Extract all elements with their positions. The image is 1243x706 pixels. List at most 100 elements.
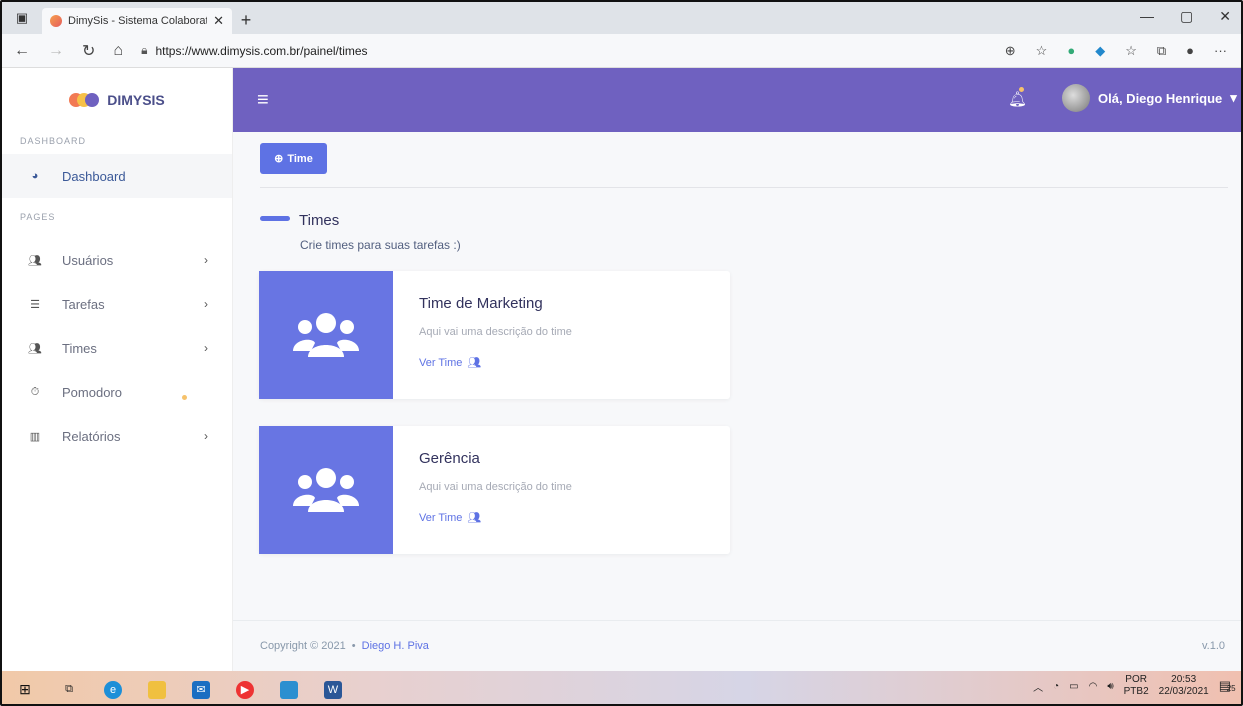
section-subtitle: Crie times para suas tarefas :) (300, 238, 461, 252)
notification-dot (1019, 87, 1024, 92)
zoom-icon[interactable]: ⊕ (1005, 43, 1016, 59)
new-tab-button[interactable]: + (232, 10, 260, 31)
tab-actions-icon[interactable]: ▣ (2, 10, 42, 26)
volume-icon[interactable]: 🔊︎ (1107, 681, 1113, 692)
tray-chevron-icon[interactable]: ︿ (1033, 679, 1043, 694)
sidebar-item-label: Dashboard (62, 168, 126, 184)
app-icon[interactable] (280, 680, 298, 699)
tab-close-icon[interactable]: ✕ (213, 13, 224, 29)
user-greeting: Olá, Diego Henrique (1098, 90, 1223, 106)
home-icon[interactable]: ⌂ (113, 42, 123, 60)
favicon-icon (50, 15, 62, 27)
mail-icon[interactable]: ✉ (192, 680, 210, 699)
logo-icon (69, 91, 100, 109)
avatar (1062, 84, 1090, 112)
section-label-pages: PAGES (20, 212, 56, 222)
sidebar-item-tarefas[interactable]: ☰ Tarefas › (2, 282, 232, 326)
favorites-icon[interactable]: ☆ (1125, 43, 1137, 59)
os-taskbar: ⊞ ⧉ e ✉ ▶ W ︿ ◔ ▭ ◠ 🔊︎ POR PTB2 20:53 22… (2, 671, 1241, 704)
divider (260, 187, 1228, 188)
window-controls: — ▢ ✕ (1140, 8, 1231, 25)
system-tray: ︿ ◔ ▭ ◠ 🔊︎ POR PTB2 20:53 22/03/2021 ▤ 25 (1033, 674, 1236, 698)
favorite-star-icon[interactable]: ☆ (1036, 43, 1048, 59)
user-menu[interactable]: Olá, Diego Henrique ▾ (1062, 84, 1237, 112)
battery-icon[interactable]: ▭ (1069, 681, 1078, 692)
chevron-right-icon: › (204, 341, 208, 355)
menu-toggle-icon[interactable]: ≡ (257, 89, 269, 112)
plus-circle-icon: ⊕ (274, 153, 284, 165)
team-icon (293, 313, 359, 357)
topbar: ≡ 🔔︎ Olá, Diego Henrique ▾ (233, 68, 1241, 132)
team-card: Time de Marketing Aqui vai uma descrição… (259, 271, 730, 399)
sidebar-item-times[interactable]: 👥︎ Times › (2, 326, 232, 370)
network-icon[interactable]: ◔ (1053, 681, 1059, 692)
edge-browser-icon[interactable]: e (104, 680, 122, 699)
browser-titlebar: ▣ DimySis - Sistema Colaborativo ✕ + — ▢… (2, 2, 1241, 34)
brand-logo[interactable]: DIMYSIS (2, 68, 232, 132)
browser-toolbar: ⊕ ☆ ● ◆ ☆ ⧉ ● ··· (1005, 43, 1241, 59)
task-view-icon[interactable]: ⧉ (60, 681, 78, 699)
lang-bottom: PTB2 (1123, 686, 1149, 697)
add-time-button[interactable]: ⊕ Time (260, 143, 327, 174)
version-text: v.1.0 (1201, 640, 1225, 652)
chevron-right-icon: › (204, 297, 208, 311)
view-team-label: Ver Time (419, 356, 463, 369)
tab-title: DimySis - Sistema Colaborativo (68, 15, 207, 27)
sidebar-item-dashboard[interactable]: ◕ Dashboard (2, 154, 232, 198)
minimize-icon[interactable]: — (1140, 8, 1154, 25)
address-bar: ← → ↻ ⌂ 🔒︎ https://www.dimysis.com.br/pa… (2, 34, 1241, 68)
team-icon: 👥︎ (28, 342, 42, 355)
start-menu-icon[interactable]: ⊞ (16, 681, 34, 699)
caret-down-icon: ▾ (1230, 90, 1237, 105)
team-thumbnail (259, 426, 393, 554)
profile-icon[interactable]: ● (1186, 43, 1194, 59)
sidebar: DIMYSIS DASHBOARD ◕ Dashboard PAGES 👥︎ U… (2, 68, 233, 671)
sidebar-item-label: Relatórios (62, 428, 121, 444)
extension-2-icon[interactable]: ◆ (1095, 43, 1105, 59)
section-accent-bar (260, 216, 290, 221)
team-icon (293, 468, 359, 512)
sidebar-item-relatorios[interactable]: ▥ Relatórios › (2, 414, 232, 458)
team-description: Aqui vai uma descrição do time (419, 326, 572, 338)
wifi-icon[interactable]: ◠ (1089, 681, 1098, 692)
chart-icon: ▥ (29, 430, 41, 443)
chevron-right-icon: › (204, 429, 208, 443)
view-team-link[interactable]: Ver Time 👥︎ (419, 356, 572, 370)
url-text: https://www.dimysis.com.br/painel/times (155, 43, 368, 58)
extension-icon[interactable]: ● (1067, 43, 1075, 59)
notifications-icon[interactable]: ▤ 25 (1219, 678, 1236, 694)
sidebar-item-usuarios[interactable]: 👥︎ Usuários › (2, 238, 232, 282)
list-icon: ☰ (30, 298, 40, 311)
sidebar-item-pomodoro[interactable]: ⏱︎ Pomodoro (2, 370, 232, 414)
close-window-icon[interactable]: ✕ (1219, 8, 1231, 25)
clock[interactable]: 20:53 22/03/2021 (1159, 674, 1209, 698)
collections-icon[interactable]: ⧉ (1157, 43, 1166, 59)
notification-bell-icon[interactable]: 🔔︎ (1008, 87, 1027, 108)
add-time-label: Time (287, 152, 313, 165)
view-team-link[interactable]: Ver Time 👥︎ (419, 511, 572, 525)
section-title: Times (299, 212, 340, 229)
main-content: ⊕ Time Times Crie times para suas tarefa… (233, 132, 1241, 620)
more-icon[interactable]: ··· (1214, 43, 1227, 59)
lock-icon[interactable]: 🔒︎ (141, 43, 147, 58)
team-description: Aqui vai uma descrição do time (419, 481, 572, 493)
url-field[interactable]: 🔒︎ https://www.dimysis.com.br/painel/tim… (141, 43, 987, 58)
media-player-icon[interactable]: ▶ (236, 680, 254, 699)
brand-name: DIMYSIS (107, 92, 165, 108)
forward-icon[interactable]: → (48, 42, 64, 60)
language-indicator[interactable]: POR PTB2 (1124, 674, 1149, 698)
browser-tab[interactable]: DimySis - Sistema Colaborativo ✕ (42, 8, 232, 34)
sidebar-item-label: Times (62, 340, 97, 356)
users-icon: 👥︎ (28, 254, 42, 267)
word-icon[interactable]: W (324, 680, 342, 699)
refresh-icon[interactable]: ↻ (82, 41, 95, 61)
file-explorer-icon[interactable] (148, 680, 166, 699)
browser-window: ▣ DimySis - Sistema Colaborativo ✕ + — ▢… (0, 0, 1243, 706)
lang-top: POR (1125, 674, 1147, 685)
back-icon[interactable]: ← (14, 42, 30, 60)
author-link[interactable]: Diego H. Piva (362, 640, 429, 652)
chevron-right-icon: › (204, 253, 208, 267)
users-icon: 👥︎ (467, 512, 482, 524)
section-label-dashboard: DASHBOARD (20, 136, 87, 146)
maximize-icon[interactable]: ▢ (1180, 8, 1193, 25)
